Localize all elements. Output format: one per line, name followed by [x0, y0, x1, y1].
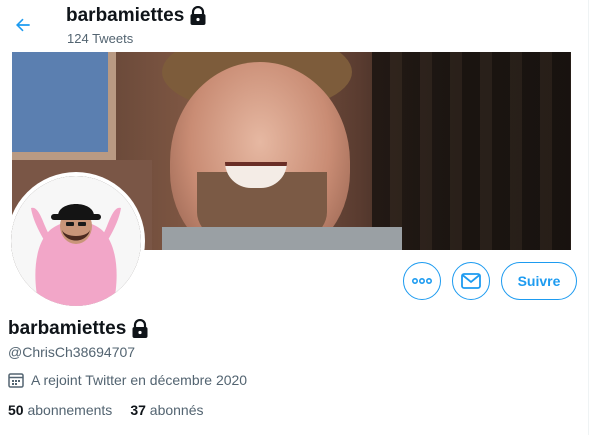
back-button[interactable] [6, 8, 40, 42]
profile-handle: @ChrisCh38694707 [8, 344, 136, 360]
profile-avatar[interactable] [7, 172, 145, 310]
tweet-count: 124 Tweets [67, 31, 134, 46]
follow-button[interactable]: Suivre [501, 262, 577, 300]
profile-name-text: barbamiettes [8, 318, 127, 339]
profile-avatar-image [11, 176, 141, 306]
lock-icon [132, 319, 148, 338]
message-button[interactable] [452, 262, 490, 300]
header-title: barbamiettes [66, 5, 207, 27]
arrow-left-icon [16, 18, 30, 32]
following-label: abonnements [27, 402, 113, 418]
calendar-icon [8, 373, 24, 388]
envelope-icon [461, 273, 481, 289]
join-date: A rejoint Twitter en décembre 2020 [8, 372, 247, 388]
column-divider [588, 0, 589, 435]
more-dots-icon [412, 278, 432, 284]
followers-link[interactable]: 37 abonnés [130, 402, 203, 418]
profile-name: barbamiettes [8, 318, 149, 340]
followers-count: 37 [130, 402, 146, 418]
followers-label: abonnés [149, 402, 204, 418]
header-title-text: barbamiettes [66, 5, 185, 26]
follow-stats: 50 abonnements 37 abonnés [8, 402, 204, 418]
join-date-text: A rejoint Twitter en décembre 2020 [31, 372, 248, 388]
more-button[interactable] [403, 262, 441, 300]
following-link[interactable]: 50 abonnements [8, 402, 112, 418]
lock-icon [190, 6, 206, 25]
following-count: 50 [8, 402, 24, 418]
